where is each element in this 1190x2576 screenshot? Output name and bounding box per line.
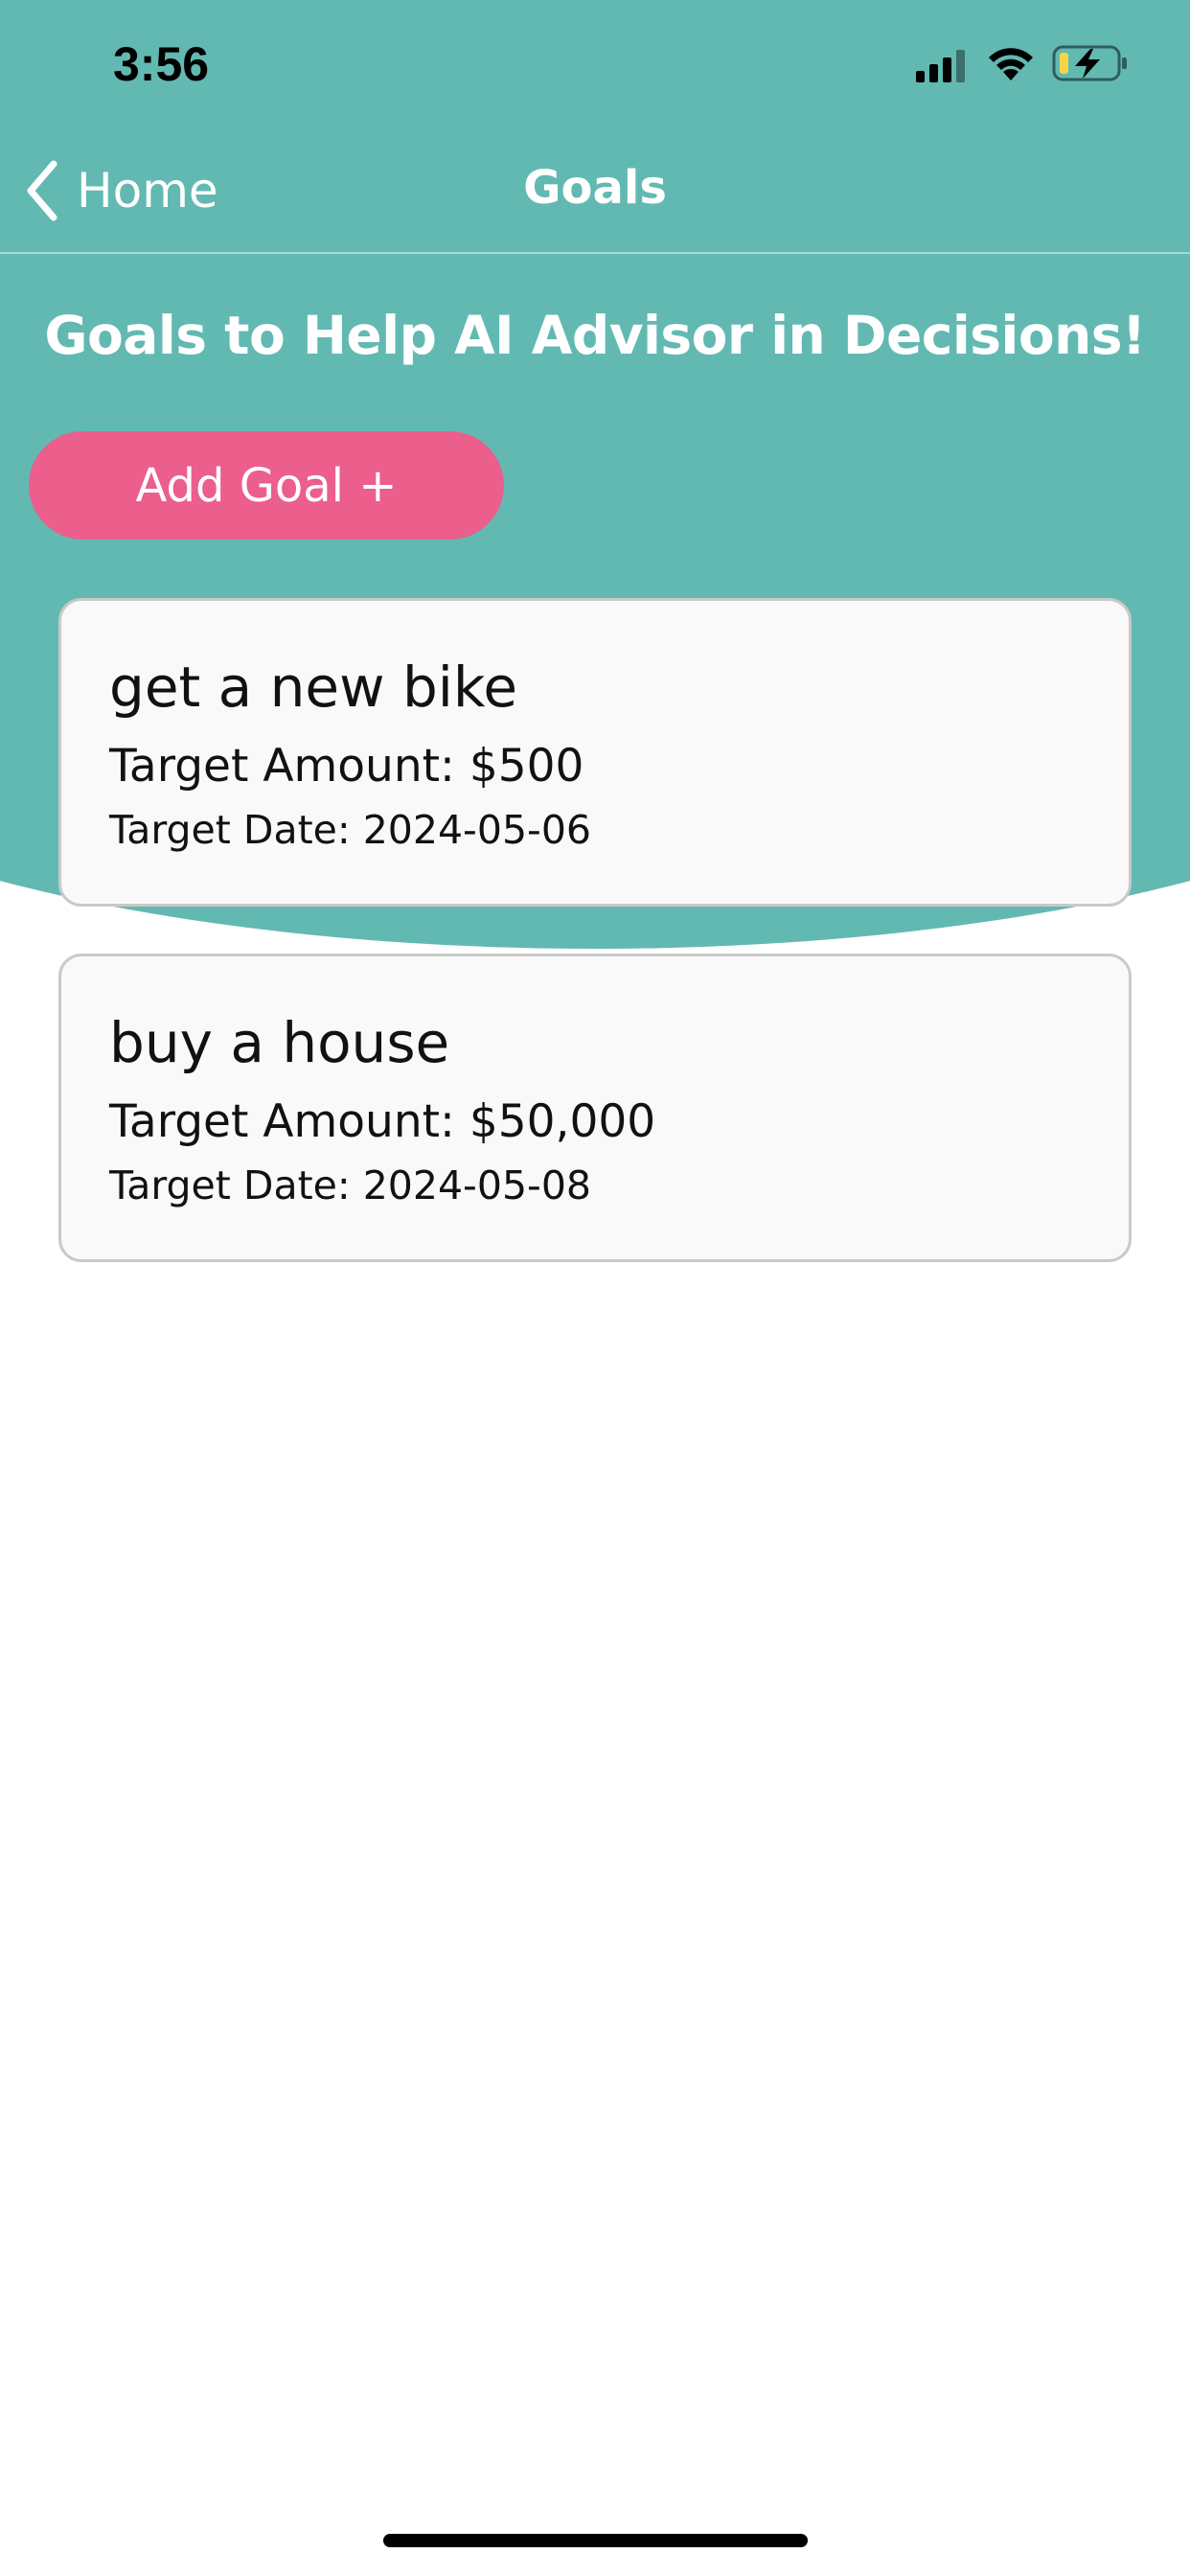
nav-bar: Home Goals [0,134,1190,254]
goal-target-date: Target Date: 2024-05-08 [109,1162,591,1208]
goals-headline: Goals to Help AI Advisor in Decisions! [44,305,1146,366]
add-goal-button[interactable]: Add Goal + [29,431,504,540]
goal-target-amount: Target Amount: $500 [109,740,584,793]
add-goal-label: Add Goal + [135,458,398,513]
status-time: 3:56 [113,37,210,91]
goal-card[interactable]: get a new bike Target Amount: $500 Targe… [58,598,1132,907]
goals-screen: 3:56 Home Goals Goals to Help AI Advisor… [0,0,1190,2576]
goal-card[interactable]: buy a house Target Amount: $50,000 Targe… [58,954,1132,1262]
goal-title: get a new bike [109,655,518,720]
goal-target-amount: Target Amount: $50,000 [109,1095,656,1148]
goal-target-date: Target Date: 2024-05-06 [109,807,591,853]
home-indicator [383,2534,808,2547]
signal-icon [916,50,965,82]
goal-title: buy a house [109,1010,450,1075]
page-title: Goals [523,161,667,215]
battery-charging-icon [1052,45,1127,81]
wifi-icon [989,48,1033,80]
status-bar: 3:56 [0,0,1190,134]
